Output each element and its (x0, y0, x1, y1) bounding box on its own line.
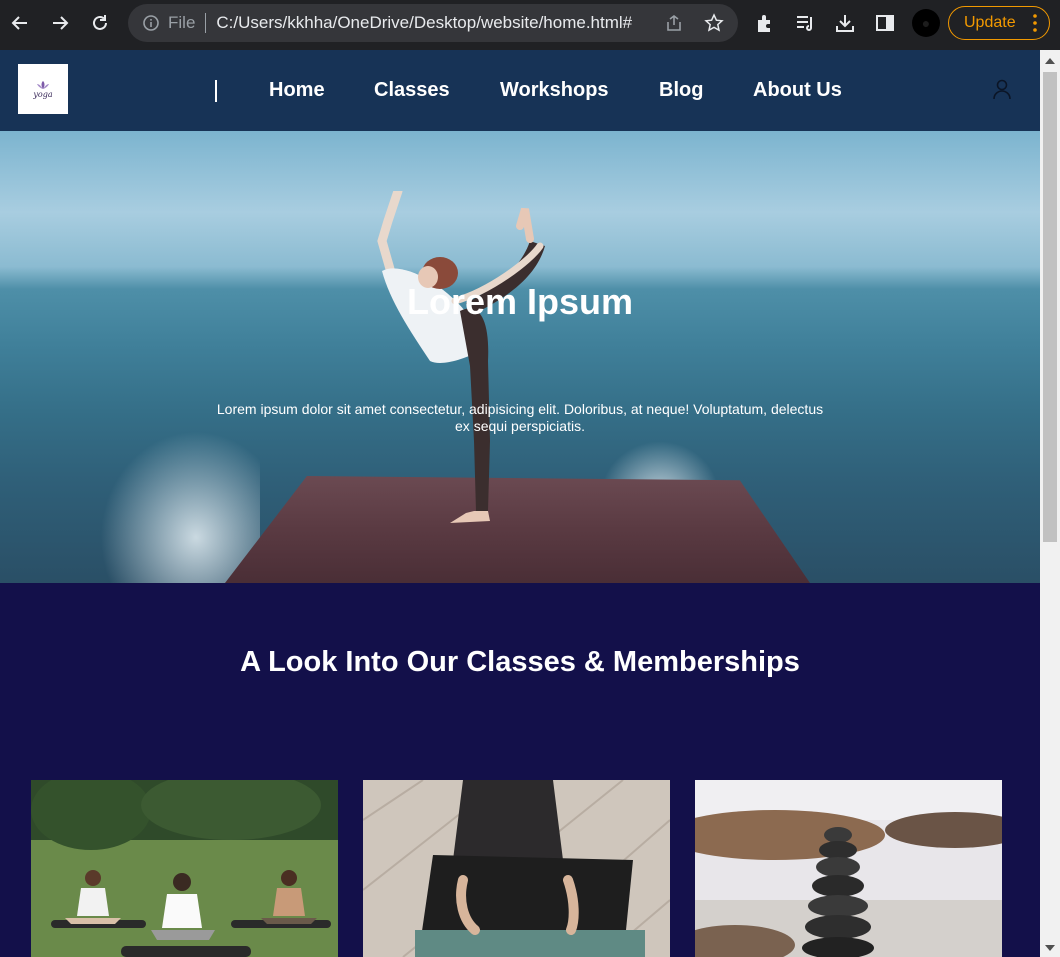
file-label: File (168, 13, 196, 32)
browser-toolbar: File C:/Users/kkhha/OneDrive/Desktop/web… (0, 0, 1060, 50)
address-separator (205, 13, 207, 33)
scroll-down-arrow-icon[interactable] (1045, 945, 1055, 951)
reload-button[interactable] (80, 3, 120, 43)
nav-divider (215, 80, 217, 102)
profile-icon: ● (921, 15, 931, 31)
update-button[interactable]: Update (948, 6, 1050, 40)
yoga-mat-photo (363, 780, 670, 957)
update-label: Update (964, 14, 1016, 31)
profile-avatar[interactable]: ● (912, 9, 940, 37)
nav-link-about-us[interactable]: About Us (753, 79, 842, 102)
site-logo[interactable]: yoga (18, 64, 68, 114)
site-navbar: yoga Home Classes Workshops Blog About U… (0, 50, 1040, 131)
address-bar[interactable]: File C:/Users/kkhha/OneDrive/Desktop/web… (128, 4, 738, 42)
url-text[interactable]: C:/Users/kkhha/OneDrive/Desktop/website/… (216, 13, 632, 33)
class-card-stones[interactable] (695, 780, 1002, 957)
extensions-icon[interactable] (754, 12, 776, 34)
download-icon[interactable] (834, 12, 856, 34)
nav-link-workshops[interactable]: Workshops (500, 79, 609, 102)
arrow-right-icon (53, 16, 69, 30)
class-card-meditation[interactable] (31, 780, 338, 957)
side-panel-icon[interactable] (874, 12, 896, 34)
wave-splash-left (100, 431, 260, 583)
scrollbar-thumb[interactable] (1043, 72, 1057, 542)
hero-description: Lorem ipsum dolor sit amet consectetur, … (216, 401, 824, 434)
share-icon[interactable] (664, 13, 684, 33)
hero-title: Lorem Ipsum (406, 281, 634, 322)
section-title: A Look Into Our Classes & Memberships (240, 646, 800, 678)
scroll-up-arrow-icon[interactable] (1045, 58, 1055, 64)
hero-banner: Lorem Ipsum Lorem ipsum dolor sit amet c… (0, 131, 1040, 583)
lotus-logo-icon (37, 80, 49, 89)
user-account-icon[interactable] (991, 78, 1013, 100)
nav-link-blog[interactable]: Blog (659, 79, 703, 102)
star-icon[interactable] (704, 13, 724, 33)
reload-icon (93, 15, 107, 30)
info-icon[interactable] (142, 14, 160, 32)
menu-dots-icon[interactable] (1033, 14, 1037, 32)
nav-link-home[interactable]: Home (269, 79, 325, 102)
group-meditation-photo (31, 780, 338, 957)
web-page: yoga Home Classes Workshops Blog About U… (0, 50, 1040, 957)
nav-link-classes[interactable]: Classes (374, 79, 450, 102)
media-playlist-icon[interactable] (794, 12, 816, 34)
back-button[interactable] (0, 3, 40, 43)
logo-text: yoga (33, 89, 53, 99)
forward-button[interactable] (40, 3, 80, 43)
stacked-stones-photo (695, 780, 1002, 957)
class-card-yoga-mat[interactable] (363, 780, 670, 957)
yoga-pose-figure (377, 191, 545, 523)
page-scrollbar[interactable] (1040, 50, 1060, 957)
arrow-left-icon (11, 16, 27, 30)
